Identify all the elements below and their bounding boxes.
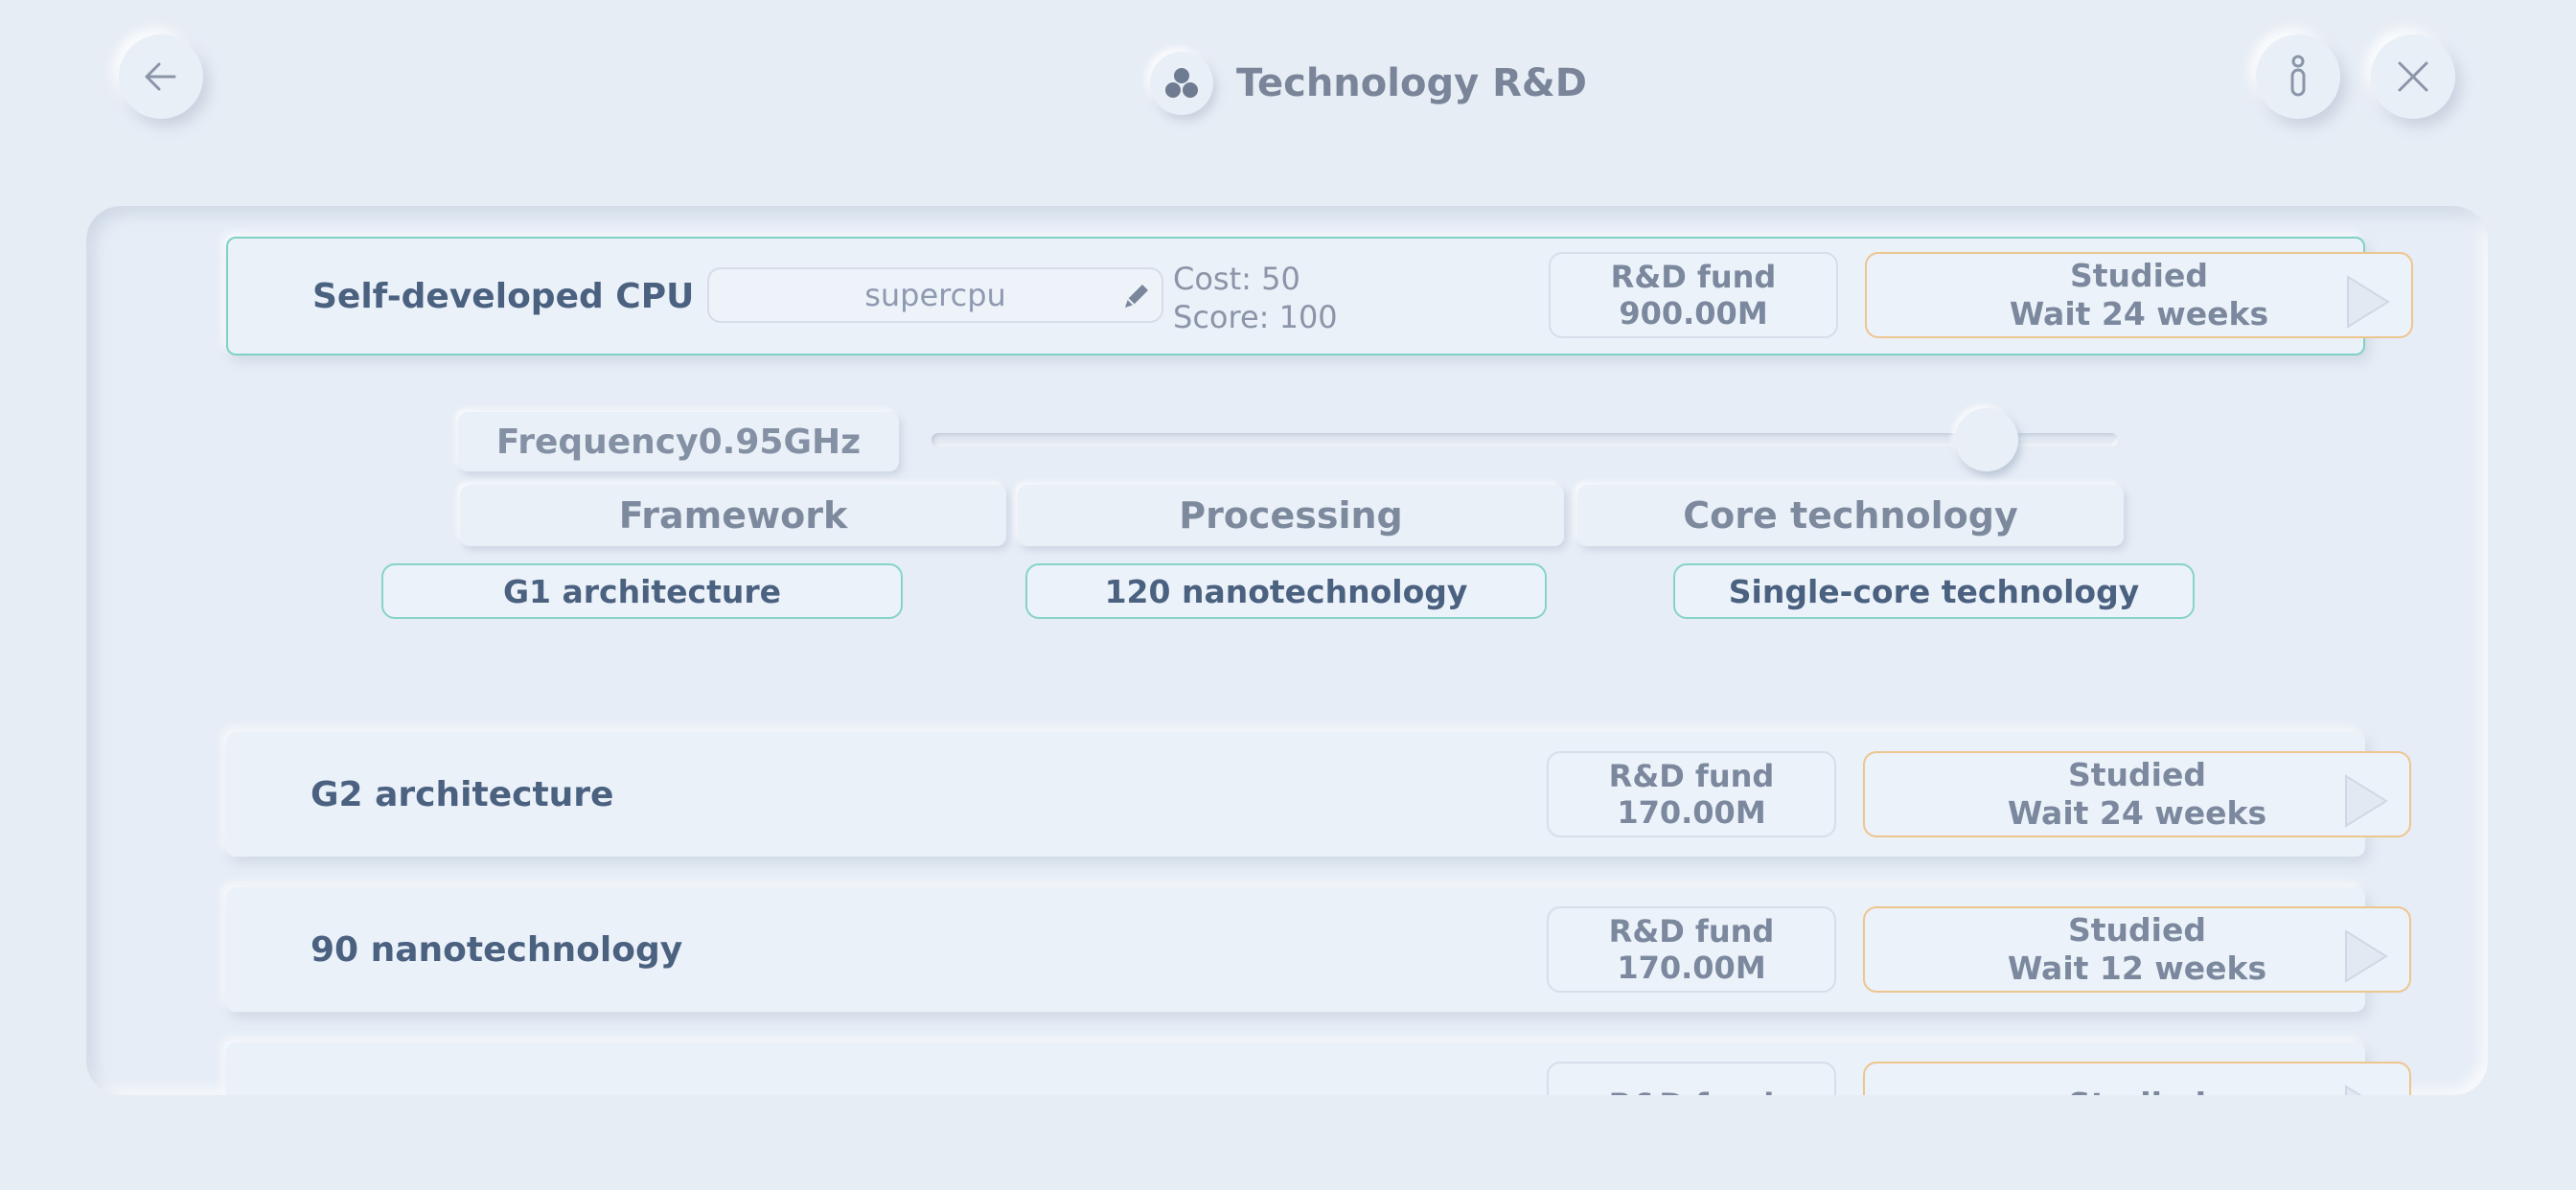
fund-box: R&D fund (1547, 1062, 1836, 1095)
item-name: 90 nanotechnology (310, 929, 683, 970)
study-button[interactable]: Studied Wait 24 weeks (1865, 252, 2413, 338)
fund-value: 170.00M (1617, 794, 1766, 831)
study-button[interactable]: Studied (1863, 1062, 2411, 1095)
close-icon (2398, 61, 2428, 92)
cost-score: Cost: 50 Score: 100 (1173, 260, 1338, 336)
selected-core-technology[interactable]: Single-core technology (1673, 563, 2195, 619)
info-button[interactable] (2256, 34, 2340, 119)
research-panel: Self-developed CPU supercpu Cost: 50 Sco… (86, 206, 2488, 1095)
pencil-icon[interactable] (1119, 279, 1154, 313)
item-name: G2 architecture (310, 774, 614, 814)
study-status: Studied (2070, 257, 2208, 294)
info-icon (2290, 55, 2306, 97)
selected-framework[interactable]: G1 architecture (381, 563, 903, 619)
fund-label: R&D fund (1608, 913, 1775, 950)
study-wait: Wait 24 weeks (2007, 794, 2267, 832)
frequency-slider-thumb[interactable] (1955, 408, 2018, 471)
page-title: Technology R&D (1236, 61, 1587, 105)
play-icon (2345, 774, 2388, 828)
fund-label: R&D fund (1608, 758, 1775, 794)
play-icon (2347, 275, 2390, 329)
list-item[interactable]: 90 nanotechnology R&D fund 170.00M Studi… (226, 887, 2411, 1012)
study-status: Studied (2068, 756, 2206, 793)
frequency-slider[interactable] (932, 433, 2118, 446)
frequency-label: Frequency0.95GHz (458, 412, 899, 471)
page-header: Technology R&D (1150, 50, 1587, 117)
cpu-name-input[interactable]: supercpu (707, 267, 1163, 323)
selected-processing-label: 120 nanotechnology (1104, 572, 1468, 610)
selected-processing[interactable]: 120 nanotechnology (1025, 563, 1547, 619)
tab-processing[interactable]: Processing (1018, 485, 1564, 546)
study-wait: Wait 12 weeks (2007, 950, 2267, 987)
play-icon (2345, 1085, 2362, 1095)
fund-label: R&D fund (1610, 259, 1777, 295)
study-button[interactable]: Studied Wait 24 weeks (1863, 751, 2411, 837)
tab-framework-label: Framework (618, 494, 848, 537)
fund-box: R&D fund 170.00M (1547, 906, 1836, 993)
fund-value: 170.00M (1617, 950, 1766, 986)
cost-text: Cost: 50 (1173, 261, 1300, 297)
fund-box: R&D fund 170.00M (1547, 751, 1836, 837)
cpu-name-value: supercpu (864, 277, 1006, 313)
fund-label: R&D fund (1609, 1087, 1775, 1095)
close-button[interactable] (2371, 34, 2455, 119)
fund-value: 900.00M (1619, 295, 1768, 332)
tab-processing-label: Processing (1179, 494, 1403, 537)
cpu-card[interactable]: Self-developed CPU supercpu Cost: 50 Sco… (226, 237, 2413, 355)
tab-core-technology[interactable]: Core technology (1577, 485, 2124, 546)
play-icon (2345, 929, 2388, 983)
selected-framework-label: G1 architecture (502, 572, 782, 610)
list-item[interactable]: R&D fund Studied (226, 1042, 2411, 1095)
study-status: Studied (2068, 911, 2206, 949)
selected-core-technology-label: Single-core technology (1728, 572, 2140, 610)
frequency-text: Frequency0.95GHz (495, 422, 862, 462)
tab-core-technology-label: Core technology (1683, 494, 2018, 537)
back-button[interactable] (119, 34, 203, 119)
tech-cluster-icon (1150, 52, 1213, 115)
arrow-left-icon (145, 62, 176, 91)
cpu-name: Self-developed CPU (312, 276, 695, 316)
fund-box: R&D fund 900.00M (1549, 252, 1838, 338)
tab-framework[interactable]: Framework (460, 485, 1006, 546)
study-button[interactable]: Studied Wait 12 weeks (1863, 906, 2411, 993)
list-item[interactable]: G2 architecture R&D fund 170.00M Studied… (226, 732, 2411, 857)
study-status: Studied (2068, 1086, 2206, 1095)
score-text: Score: 100 (1173, 299, 1338, 335)
study-wait: Wait 24 weeks (2009, 295, 2269, 332)
